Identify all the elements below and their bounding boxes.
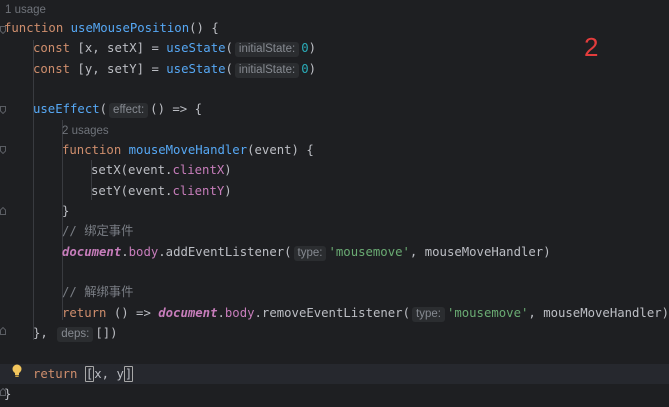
fold-marker-icon[interactable] [0,327,6,335]
fold-marker-icon[interactable] [0,106,6,114]
code-line-12[interactable]: document.body.addEventListener(type:'mou… [62,242,669,262]
code-line-9[interactable]: setY(event.clientY) [91,181,669,201]
code-line-2[interactable]: const [x, setX] = useState(initialState:… [33,38,669,58]
usage-hint[interactable]: 1 usage [5,0,669,19]
global-object[interactable]: document [158,306,217,320]
code-text: []) [95,326,118,340]
matched-bracket: [ [84,366,95,382]
code-text: () => { [150,102,202,116]
code-text: setY(event. [91,184,173,198]
string-literal: 'mousemove' [328,245,410,259]
code-text: } [62,204,70,218]
method-call[interactable]: removeEventListener [262,306,403,320]
code-text: x, y [94,367,124,381]
fold-marker-icon[interactable] [0,146,6,154]
number-literal: 0 [301,62,309,76]
code-text: () => [106,306,159,320]
matched-bracket: ] [123,366,134,382]
code-text: } [4,387,12,401]
keyword: function [4,21,64,35]
code-text: [x, setX] = [70,41,167,55]
property: clientX [172,163,225,177]
code-editor[interactable]: 1 usage function useMousePosition() { co… [0,0,669,407]
code-text: setX(event. [91,163,173,177]
function-call[interactable]: useState [166,41,225,55]
argument: mouseMoveHandler [543,306,662,320]
usage-hint[interactable]: 2 usages [62,120,669,140]
keyword: const [33,62,71,76]
parameter-hint: effect: [109,103,149,118]
code-text: () { [189,21,219,35]
keyword: return [33,367,78,381]
code-line-3[interactable]: const [y, setY] = useState(initialState:… [33,59,669,79]
argument: mouseMoveHandler [424,245,544,259]
code-line-16[interactable]: }, deps:[]) [33,323,669,343]
lightbulb-icon[interactable] [11,364,23,378]
keyword: function [62,143,122,157]
global-object[interactable]: document [62,245,121,259]
function-name[interactable]: mouseMoveHandler [129,143,247,157]
string-literal: 'mousemove' [446,306,529,320]
code-line-8[interactable]: setX(event.clientX) [91,160,669,180]
code-line-18[interactable]: return [x, y] [0,364,669,384]
code-line-19[interactable]: } [4,384,669,404]
annotation-number: 2 [584,32,599,62]
property: body [128,245,159,259]
parameter-hint: initialState: [234,42,300,57]
code-line-14[interactable]: // 解绑事件 [62,282,669,302]
number-literal: 0 [301,41,309,55]
code-line-1[interactable]: function useMousePosition() { [4,18,669,38]
parameter-hint: type: [293,246,327,261]
comment: // 解绑事件 [62,285,134,299]
code-line-5[interactable]: useEffect(effect:() => { [33,99,669,119]
parameter-hint: type: [412,307,445,322]
code-line-7[interactable]: function mouseMoveHandler(event) { [62,140,669,160]
fold-marker-icon[interactable] [0,207,6,215]
usage-count[interactable]: 2 usages [62,125,109,137]
function-name[interactable]: useMousePosition [71,21,189,35]
parameter-hint: deps: [57,327,94,342]
code-line-11[interactable]: // 绑定事件 [62,221,669,241]
code-line-15[interactable]: return () => document.body.removeEventLi… [62,303,669,323]
comment: // 绑定事件 [62,224,134,238]
function-call[interactable]: useEffect [33,102,100,116]
property: body [224,306,255,320]
keyword: return [62,306,107,320]
parameter-hint: initialState: [234,63,300,78]
code-text: }, [33,326,56,340]
code-text: [y, setY] = [70,62,167,76]
property: clientY [172,184,225,198]
indent-guide [33,40,34,340]
keyword: const [33,41,71,55]
function-call[interactable]: useState [166,62,225,76]
usage-count[interactable]: 1 usage [5,4,46,16]
method-call[interactable]: addEventListener [166,245,284,259]
code-text: (event) { [247,143,314,157]
code-line-10[interactable]: } [62,201,669,221]
